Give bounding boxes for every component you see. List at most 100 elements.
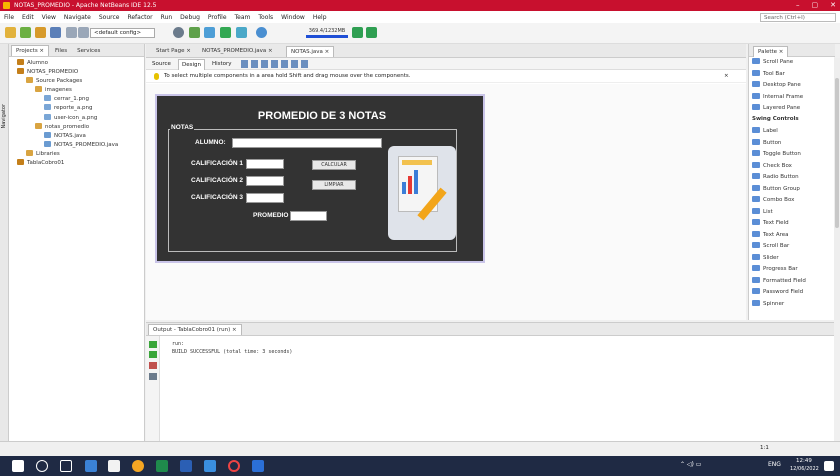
rerun-icon[interactable] <box>149 341 157 348</box>
palette-item[interactable]: Password Field <box>752 288 803 295</box>
memory-indicator[interactable]: 369.4/1232MB <box>306 27 348 38</box>
new-project-icon[interactable] <box>5 27 16 38</box>
limpiar-button[interactable]: LIMPIAR <box>312 180 356 190</box>
palette-item[interactable]: Toggle Button <box>752 150 801 157</box>
search-icon[interactable] <box>36 460 48 472</box>
tree-item[interactable]: Source Packages <box>11 77 118 86</box>
palette-item[interactable]: Internal Frame <box>752 92 803 100</box>
rerun-config-icon[interactable] <box>149 351 157 358</box>
menu-item-file[interactable]: File <box>4 14 14 21</box>
tab-output[interactable]: Output - TablaCobro01 (run) × <box>148 324 242 335</box>
menu-item-profile[interactable]: Profile <box>208 14 227 21</box>
maximize-icon[interactable]: ▢ <box>812 0 819 11</box>
explorer-icon[interactable] <box>85 460 97 472</box>
tab-files[interactable]: Files <box>51 46 71 56</box>
hint-close-icon[interactable]: × <box>724 70 729 83</box>
build-icon[interactable] <box>204 27 215 38</box>
palette-item[interactable]: Scroll Bar <box>752 242 789 249</box>
tree-item[interactable]: imagenes <box>11 86 118 95</box>
chrome-icon[interactable] <box>132 460 144 472</box>
clock-date[interactable]: 12/06/2022 <box>790 466 819 472</box>
alignment-tools-icon[interactable] <box>241 60 311 68</box>
tab-notas-java[interactable]: NOTAS.java × <box>286 46 335 57</box>
menu-item-edit[interactable]: Edit <box>22 14 34 21</box>
new-file-icon[interactable] <box>20 27 31 38</box>
tab-notas-promedio[interactable]: NOTAS_PROMEDIO.java × <box>198 46 277 56</box>
palette-item[interactable]: Check Box <box>752 161 792 169</box>
menu-item-window[interactable]: Window <box>281 14 305 21</box>
tree-item[interactable]: Alumno <box>11 59 118 68</box>
redo-icon[interactable] <box>78 27 89 38</box>
tree-item[interactable]: Libraries <box>11 149 118 159</box>
palette-item[interactable]: Tool Bar <box>752 69 785 77</box>
palette-item[interactable]: Scroll Pane <box>752 58 793 65</box>
profile-icon[interactable] <box>256 27 267 38</box>
tree-item[interactable]: notas_promedio <box>11 122 118 132</box>
palette-item[interactable]: Spinner <box>752 299 784 307</box>
stop-icon[interactable] <box>149 362 157 369</box>
palette-item[interactable]: Radio Button <box>752 173 799 180</box>
source-mode-button[interactable]: Source <box>152 58 171 70</box>
clock-time[interactable]: 12:49 <box>796 458 812 464</box>
palette-item[interactable]: Text Field <box>752 219 789 226</box>
task-view-icon[interactable] <box>60 460 72 472</box>
tree-item[interactable]: NOTAS_PROMEDIO.java <box>11 140 118 150</box>
open-project-icon[interactable] <box>35 27 46 38</box>
menu-item-refactor[interactable]: Refactor <box>127 14 152 21</box>
undo-icon[interactable] <box>66 27 77 38</box>
gc-icon[interactable] <box>352 27 363 38</box>
palette-item[interactable]: Progress Bar <box>752 265 798 272</box>
menu-item-help[interactable]: Help <box>313 14 327 21</box>
minimize-icon[interactable]: – <box>796 0 800 11</box>
palette-item[interactable]: Text Area <box>752 230 789 238</box>
menu-item-tools[interactable]: Tools <box>258 14 273 21</box>
tree-item[interactable]: NOTAS.java <box>11 131 118 141</box>
calificacion3-field[interactable] <box>246 193 284 203</box>
history-mode-button[interactable]: History <box>212 58 232 70</box>
palette-item[interactable]: Slider <box>752 253 779 261</box>
run-icon[interactable] <box>220 27 231 38</box>
navigator-label[interactable]: Navigator <box>1 104 7 128</box>
tree-item[interactable]: reporte_a.png <box>11 104 118 113</box>
notifications-icon[interactable] <box>824 461 834 471</box>
palette-item[interactable]: Swing Controls <box>752 116 799 122</box>
word-icon[interactable] <box>180 460 192 472</box>
tree-item[interactable]: NOTAS_PROMEDIO <box>11 68 118 77</box>
tab-start-page[interactable]: Start Page × <box>152 46 195 56</box>
palette-item[interactable]: Combo Box <box>752 196 794 203</box>
tree-item[interactable]: user-icon_a.png <box>11 113 118 123</box>
menu-item-run[interactable]: Run <box>161 14 173 21</box>
gc2-icon[interactable] <box>366 27 377 38</box>
excel-icon[interactable] <box>156 460 168 472</box>
target-icon[interactable] <box>173 27 184 38</box>
palette-item[interactable]: Button Group <box>752 184 800 192</box>
tab-projects[interactable]: Projects × <box>11 45 50 56</box>
promedio-field[interactable] <box>290 211 327 221</box>
settings-icon[interactable] <box>149 373 157 380</box>
tree-item[interactable]: TablaCobro01 <box>11 159 118 168</box>
menu-item-debug[interactable]: Debug <box>180 14 200 21</box>
palette-item[interactable]: List <box>752 207 773 215</box>
windows-start-icon[interactable] <box>12 460 24 472</box>
store-icon[interactable] <box>108 460 120 472</box>
tray-icons[interactable]: ⌃ ◁) ▭ <box>680 461 701 468</box>
close-icon[interactable]: ✕ <box>830 0 836 11</box>
palette-item[interactable]: Desktop Pane <box>752 81 801 88</box>
jframe-form[interactable]: PROMEDIO DE 3 NOTAS NOTAS ALUMNO: CALIFI… <box>155 94 485 263</box>
save-all-icon[interactable] <box>50 27 61 38</box>
palette-item[interactable]: Label <box>752 127 778 134</box>
menu-item-navigate[interactable]: Navigate <box>64 14 91 21</box>
alumno-field[interactable] <box>232 138 382 148</box>
menu-item-view[interactable]: View <box>42 14 56 21</box>
palette-scrollbar[interactable] <box>834 58 840 320</box>
config-select[interactable]: <default config> <box>90 28 155 38</box>
menu-item-team[interactable]: Team <box>235 14 251 21</box>
opera-icon[interactable] <box>228 460 240 472</box>
clean-build-icon[interactable] <box>189 27 200 38</box>
palette-item[interactable]: Formatted Field <box>752 276 806 284</box>
calificacion1-field[interactable] <box>246 159 284 169</box>
mail-icon[interactable] <box>204 460 216 472</box>
palette-item[interactable]: Layered Pane <box>752 104 800 111</box>
calcular-button[interactable]: CALCULAR <box>312 160 356 170</box>
search-input[interactable]: Search (Ctrl+I) <box>760 13 836 22</box>
